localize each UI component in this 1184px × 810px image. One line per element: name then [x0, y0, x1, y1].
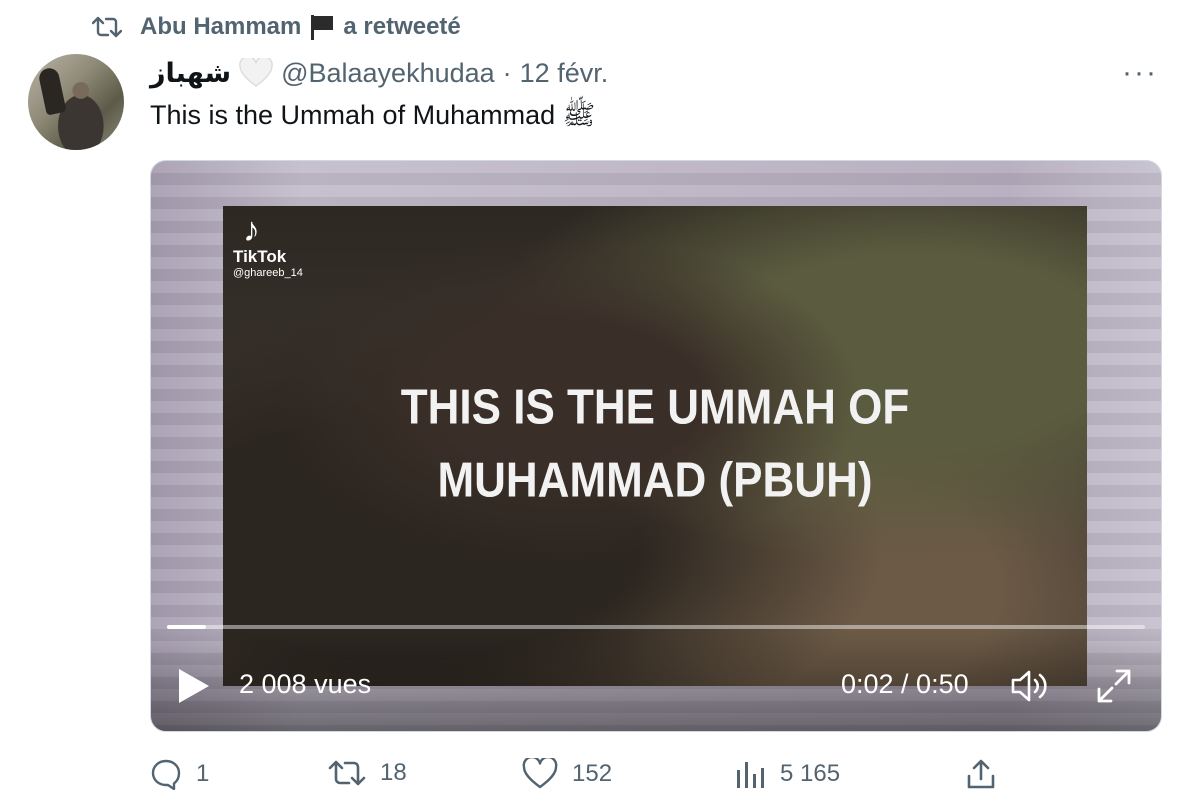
- avatar[interactable]: [28, 54, 124, 150]
- retweet-icon: [328, 760, 366, 786]
- tiktok-watermark: ♪ TikTok @ghareeb_14: [233, 213, 303, 279]
- volume-icon[interactable]: [1009, 667, 1049, 705]
- view-count: 2 008 vues: [239, 669, 372, 699]
- reply-icon: [151, 759, 181, 790]
- reply-count: 1: [196, 760, 210, 787]
- video-caption-line-2: MUHAMMAD (PBUH): [437, 453, 873, 508]
- retweet-action[interactable]: 18: [328, 758, 407, 788]
- video-caption-line-1: THIS IS THE UMMAH OF: [400, 380, 910, 435]
- analytics-icon: [737, 762, 764, 788]
- handle[interactable]: @Balaayekhudaa: [281, 58, 495, 89]
- play-icon[interactable]: [179, 669, 209, 703]
- video-frame: [223, 206, 1087, 686]
- tweet-text: This is the Ummah of Muhammad ﷺ: [150, 100, 596, 130]
- heart-icon: [522, 758, 558, 789]
- like-action[interactable]: 152: [522, 758, 612, 790]
- display-name[interactable]: شهباز: [150, 58, 231, 89]
- tweet-actions: 1 18 152 5 165: [150, 758, 1160, 794]
- more-options-icon[interactable]: ···: [1122, 56, 1158, 90]
- retweeter-name[interactable]: Abu Hammam: [140, 13, 301, 41]
- progress-fill: [167, 625, 207, 629]
- fullscreen-icon[interactable]: [1095, 667, 1133, 705]
- separator: ·: [502, 57, 512, 88]
- retweet-icon: [92, 16, 122, 38]
- tiktok-user: @ghareeb_14: [233, 267, 303, 279]
- like-count: 152: [572, 760, 613, 787]
- white-heart-icon: [239, 58, 273, 87]
- views-count: 5 165: [780, 760, 841, 787]
- black-flag-icon: [311, 15, 334, 40]
- tweet-header: شهباز @Balaayekhudaa · 12 févr.: [150, 56, 608, 90]
- retweet-indicator: Abu Hammam a retweeté: [92, 12, 461, 42]
- video-player[interactable]: ♪ TikTok @ghareeb_14 THIS IS THE UMMAH O…: [150, 160, 1162, 732]
- share-action[interactable]: [966, 758, 996, 790]
- retweet-label: a retweeté: [343, 13, 461, 40]
- video-time: 0:02 / 0:50: [841, 669, 969, 699]
- reply-action[interactable]: 1: [150, 758, 209, 790]
- share-icon: [967, 759, 995, 789]
- tiktok-icon: ♪: [243, 211, 260, 249]
- tiktok-brand: TikTok: [233, 247, 287, 266]
- tweet-date[interactable]: 12 févr.: [520, 58, 609, 89]
- views-action[interactable]: 5 165: [734, 758, 840, 790]
- retweet-count: 18: [380, 759, 407, 786]
- progress-bar[interactable]: [167, 625, 1145, 629]
